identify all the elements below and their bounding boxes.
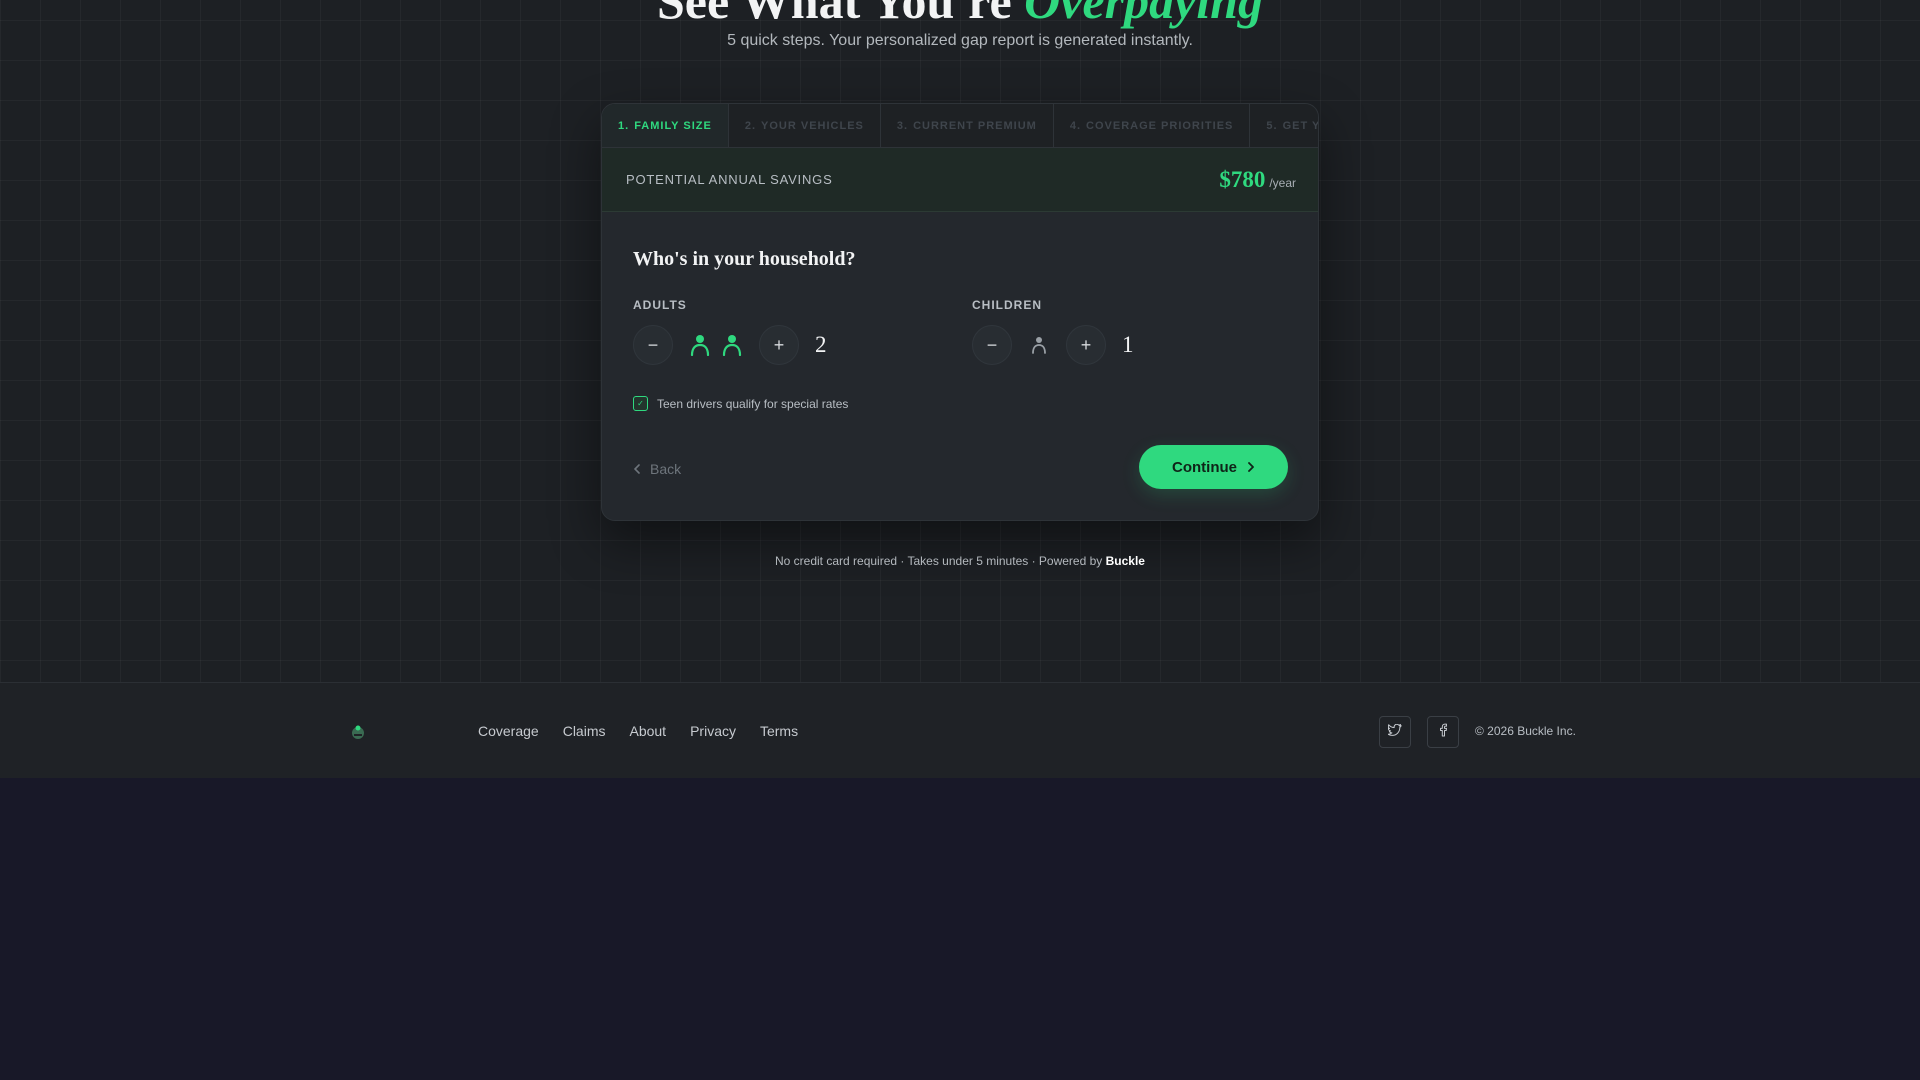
children-count: 1 — [1122, 332, 1134, 357]
facebook-icon — [1439, 723, 1448, 742]
footer-link-terms[interactable]: Terms — [760, 723, 798, 739]
tab-label: Get Your — [1282, 119, 1318, 132]
hero-title: See What You're Overpaying — [0, 0, 1920, 30]
children-stepper: − + 1 — [972, 325, 1134, 365]
tab-family-size[interactable]: 1. Family Size — [602, 104, 729, 147]
footer-link-privacy[interactable]: Privacy — [690, 723, 736, 739]
tab-number: 2. — [744, 119, 757, 132]
footer-nav: Coverage Claims About Privacy Terms — [478, 723, 798, 739]
chevron-right-icon — [1247, 462, 1255, 472]
hero-title-main: See What You're — [657, 0, 1012, 29]
adults-label: ADULTS — [633, 298, 687, 312]
adults-decrement-button[interactable]: − — [633, 325, 673, 365]
site-footer: Coverage Claims About Privacy Terms © 20… — [0, 682, 1920, 778]
back-label: Back — [650, 461, 682, 477]
tab-number: 1. — [618, 119, 630, 132]
adults-increment-button[interactable]: + — [759, 325, 799, 365]
tab-your-vehicles[interactable]: 2. Your Vehicles — [729, 104, 881, 147]
adults-icons — [687, 332, 745, 358]
adults-count: 2 — [815, 332, 827, 357]
logo-icon[interactable] — [350, 724, 366, 740]
footnote: No credit card required · Takes under 5 … — [0, 554, 1920, 568]
person-icon — [719, 332, 745, 358]
quiz-card: 1. Family Size 2. Your Vehicles 3. Current … — [601, 103, 1319, 521]
person-icon — [687, 332, 713, 358]
chevron-left-icon — [633, 464, 641, 474]
hero-title-accent: Overpaying — [1024, 0, 1263, 29]
tab-get-your[interactable]: 5. Get Your — [1250, 104, 1318, 147]
children-label: CHILDREN — [972, 298, 1042, 312]
savings-amount: $780 /year — [1219, 167, 1296, 193]
tab-label: Current Premium — [913, 119, 1037, 132]
tab-label: Coverage Priorities — [1086, 119, 1234, 132]
footer-link-about[interactable]: About — [629, 723, 666, 739]
savings-banner: POTENTIAL ANNUAL SAVINGS $780 /year — [602, 148, 1318, 212]
tab-coverage-priorities[interactable]: 4. Coverage Priorities — [1054, 104, 1251, 147]
question-title: Who's in your household? — [633, 248, 856, 270]
teen-drivers-label: Teen drivers qualify for special rates — [657, 396, 849, 411]
teen-drivers-option[interactable]: ✓ Teen drivers qualify for special rates — [633, 396, 848, 411]
tab-current-premium[interactable]: 3. Current Premium — [881, 104, 1054, 147]
child-icon — [1026, 332, 1052, 358]
tab-label: Your Vehicles — [761, 119, 864, 132]
footnote-text: No credit card required · Takes under 5 … — [775, 554, 1103, 568]
footer-link-coverage[interactable]: Coverage — [478, 723, 539, 739]
teen-drivers-checkbox[interactable]: ✓ — [633, 396, 648, 411]
children-decrement-button[interactable]: − — [972, 325, 1012, 365]
hero-subtitle: 5 quick steps. Your personalized gap rep… — [727, 32, 1193, 49]
tab-number: 5. — [1266, 119, 1278, 132]
footnote-brand: Buckle — [1105, 554, 1145, 568]
adults-stepper: − + 2 — [633, 325, 827, 365]
savings-label: POTENTIAL ANNUAL SAVINGS — [626, 172, 833, 187]
continue-button[interactable]: Continue — [1139, 445, 1288, 489]
savings-value: $780 — [1219, 166, 1266, 192]
twitter-button[interactable] — [1379, 716, 1411, 748]
children-increment-button[interactable]: + — [1066, 325, 1106, 365]
copyright: © 2026 Buckle Inc. — [1475, 724, 1576, 738]
tab-label: Family Size — [634, 119, 712, 132]
facebook-button[interactable] — [1427, 716, 1459, 748]
children-icons — [1026, 332, 1052, 358]
tab-number: 3. — [896, 119, 909, 132]
savings-unit: /year — [1269, 175, 1296, 190]
back-button[interactable]: Back — [633, 461, 681, 477]
step-tabs: 1. Family Size 2. Your Vehicles 3. Current … — [602, 104, 1318, 148]
footer-link-claims[interactable]: Claims — [563, 723, 606, 739]
twitter-icon — [1387, 723, 1402, 741]
tab-number: 4. — [1069, 119, 1082, 132]
continue-label: Continue — [1172, 458, 1237, 476]
